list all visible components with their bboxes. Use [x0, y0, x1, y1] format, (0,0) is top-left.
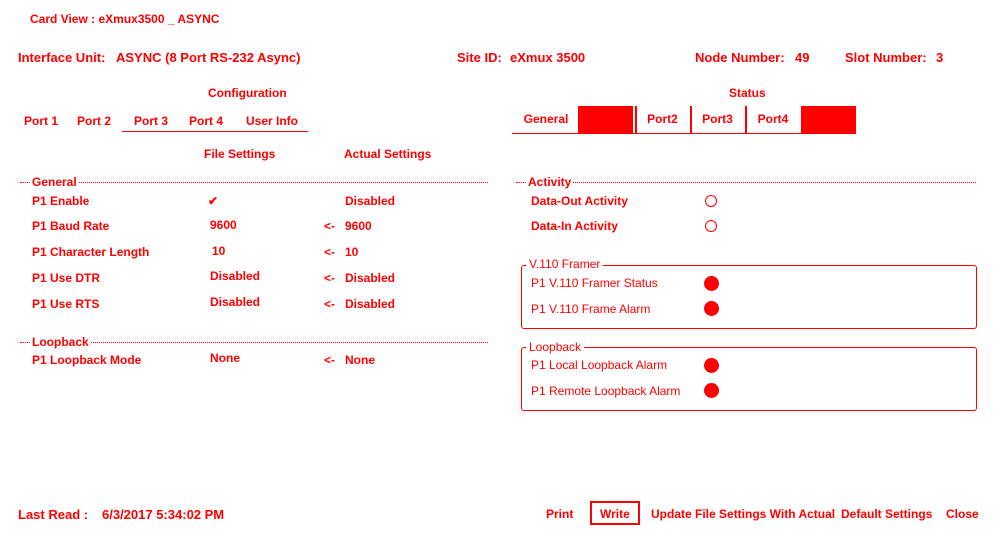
config-row-file-value[interactable]: 10 — [212, 244, 225, 258]
config-tab-underline — [122, 131, 308, 132]
loopback-status-title: Loopback — [526, 340, 585, 354]
status-tab-port2[interactable]: Port2 — [635, 106, 688, 133]
loopback-status-group — [521, 347, 977, 411]
interface-unit-label: Interface Unit: — [18, 50, 106, 65]
activity-indicator-icon — [705, 195, 717, 207]
config-row-label: P1 Loopback Mode — [32, 353, 142, 367]
node-number-value: 49 — [795, 50, 810, 65]
tab-port-1[interactable]: Port 1 — [20, 110, 62, 132]
node-number-label: Node Number: — [695, 50, 785, 65]
slot-number-value: 3 — [936, 50, 944, 65]
configuration-title: Configuration — [208, 86, 287, 100]
config-row-file-value[interactable]: Disabled — [210, 295, 260, 309]
tab-port-4[interactable]: Port 4 — [183, 110, 229, 132]
config-row-file-value[interactable]: None — [210, 351, 240, 365]
v110-title: V.110 Framer — [526, 257, 604, 271]
config-row-actual: Disabled — [345, 271, 396, 285]
status-led-icon — [704, 358, 719, 373]
loopback-row-label: P1 Remote Loopback Alarm — [531, 384, 681, 398]
actual-settings-header: Actual Settings — [344, 147, 432, 161]
interface-unit-value: ASYNC (8 Port RS-232 Async) — [116, 50, 301, 65]
activity-label: Data-Out Activity — [531, 194, 628, 208]
config-row-actual: Disabled — [345, 297, 396, 311]
status-tab-more[interactable] — [801, 106, 856, 133]
config-row-actual: None — [345, 353, 375, 367]
site-id-value: eXmux 3500 — [510, 50, 586, 65]
status-title: Status — [729, 86, 766, 100]
loopback-row-label: P1 Local Loopback Alarm — [531, 358, 668, 372]
activity-indicator-icon — [705, 220, 717, 232]
status-tab-port4[interactable]: Port4 — [745, 106, 799, 133]
default-settings-button[interactable]: Default Settings — [841, 503, 932, 525]
status-tab-underline — [512, 133, 856, 134]
status-led-icon — [704, 383, 719, 398]
copy-arrow-icon[interactable]: <- — [324, 353, 335, 367]
update-file-settings-button[interactable]: Update File Settings With Actual — [651, 503, 835, 525]
general-section-title: General — [30, 175, 79, 189]
enable-checkbox[interactable]: ✔ — [208, 194, 218, 208]
activity-divider — [516, 182, 976, 184]
slot-number-label: Slot Number: — [845, 50, 927, 65]
config-row-label: P1 Enable — [32, 194, 90, 208]
copy-arrow-icon[interactable]: <- — [324, 219, 335, 233]
config-row-file-value[interactable]: Disabled — [210, 269, 260, 283]
write-button[interactable]: Write — [590, 501, 640, 525]
config-row-label: P1 Baud Rate — [32, 219, 110, 233]
status-tab-port3[interactable]: Port3 — [690, 106, 743, 133]
print-button[interactable]: Print — [546, 503, 573, 525]
last-read-value: 6/3/2017 5:34:02 PM — [102, 507, 225, 522]
config-row-label: P1 Character Length — [32, 245, 150, 259]
loopback-section-title: Loopback — [30, 335, 91, 349]
config-row-label: P1 Use RTS — [32, 297, 100, 311]
copy-arrow-icon[interactable]: <- — [324, 245, 335, 259]
general-divider — [20, 182, 488, 184]
status-led-icon — [704, 301, 719, 316]
status-tab-port1[interactable] — [578, 106, 633, 133]
status-tab-general[interactable]: General — [514, 106, 578, 133]
activity-label: Data-In Activity — [531, 219, 618, 233]
last-read-label: Last Read : — [18, 507, 89, 522]
copy-arrow-icon[interactable]: <- — [324, 271, 335, 285]
config-row-actual: Disabled — [345, 194, 396, 208]
tab-port-2[interactable]: Port 2 — [66, 110, 122, 132]
config-row-file-value[interactable]: 9600 — [210, 218, 237, 232]
v110-row-label: P1 V.110 Frame Alarm — [531, 302, 651, 316]
v110-group — [521, 265, 977, 329]
status-led-icon — [704, 276, 719, 291]
config-row-actual: 9600 — [345, 219, 372, 233]
site-id-label: Site ID: — [457, 50, 502, 65]
copy-arrow-icon[interactable]: <- — [324, 297, 335, 311]
close-button[interactable]: Close — [946, 503, 979, 525]
tab-user-info[interactable]: User Info — [240, 110, 304, 132]
window-title: Card View : eXmux3500 _ ASYNC — [30, 12, 220, 26]
v110-row-label: P1 V.110 Framer Status — [531, 276, 658, 290]
config-row-actual: 10 — [345, 245, 359, 259]
activity-title: Activity — [526, 175, 574, 189]
file-settings-header: File Settings — [204, 147, 276, 161]
tab-port-3[interactable]: Port 3 — [128, 110, 174, 132]
config-row-label: P1 Use DTR — [32, 271, 101, 285]
